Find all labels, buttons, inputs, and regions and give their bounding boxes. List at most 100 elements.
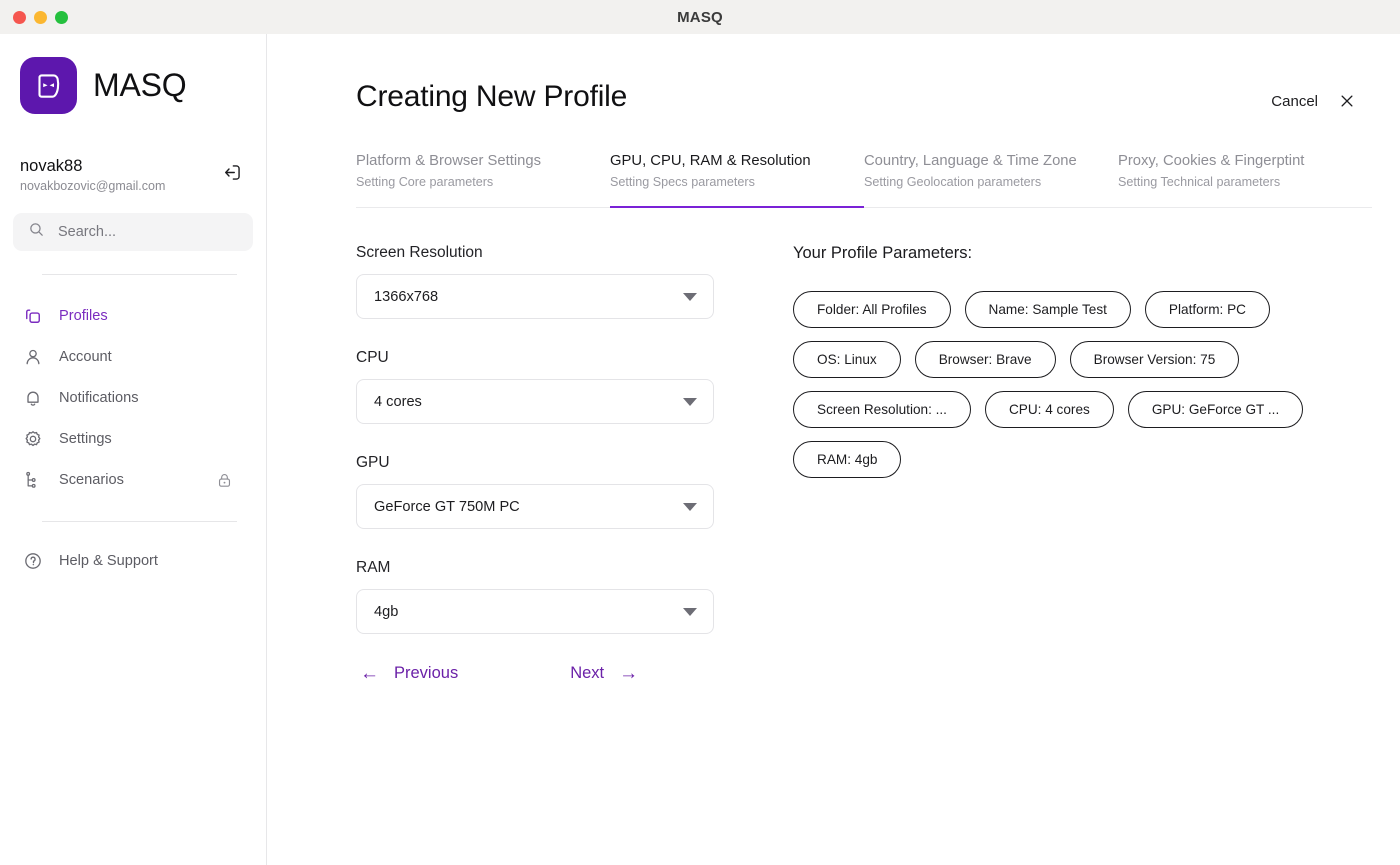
wizard-tabs: Platform & Browser Settings Setting Core… [356, 153, 1372, 208]
tab-title: GPU, CPU, RAM & Resolution [610, 153, 811, 169]
sidebar-item-scenarios[interactable]: Scenarios [13, 460, 253, 501]
logout-icon[interactable] [219, 159, 245, 185]
page-title: Creating New Profile [356, 80, 628, 113]
header-actions: Cancel [1271, 91, 1357, 111]
arrow-right-icon: → [619, 663, 639, 684]
param-chip-name[interactable]: Name: Sample Test [964, 291, 1131, 328]
next-button[interactable]: Next → [570, 664, 638, 683]
masq-app-window: MASQ MASQ novak88 novakbozovic@gmail.com [0, 0, 1400, 865]
tab-title: Proxy, Cookies & Fingerptint [1118, 153, 1305, 169]
sidebar-item-settings[interactable]: Settings [13, 419, 253, 460]
chevron-down-icon [683, 502, 697, 511]
sidebar-item-label: Account [59, 349, 112, 366]
brand-name: MASQ [93, 67, 187, 103]
user-icon [22, 347, 43, 368]
field-cpu: CPU 4 cores [356, 349, 714, 424]
wizard-nav-buttons: ← Previous Next → [356, 664, 714, 683]
profile-parameters-chips: Folder: All Profiles Name: Sample Test P… [793, 291, 1357, 478]
param-chip-os[interactable]: OS: Linux [793, 341, 901, 378]
sidebar-item-label: Help & Support [59, 553, 158, 570]
sidebar-item-label: Settings [59, 431, 112, 448]
brand: MASQ [13, 57, 253, 114]
field-ram: RAM 4gb [356, 559, 714, 634]
tab-platform-browser-settings[interactable]: Platform & Browser Settings Setting Core… [356, 153, 610, 208]
param-chip-gpu[interactable]: GPU: GeForce GT ... [1127, 391, 1304, 428]
sidebar-divider-top [42, 273, 237, 275]
search-box[interactable] [13, 212, 253, 251]
param-chip-browser[interactable]: Browser: Brave [914, 341, 1056, 378]
lock-icon [215, 471, 233, 489]
sidebar-nav: Profiles Account Notifications Settings … [13, 296, 253, 501]
close-icon[interactable] [1337, 91, 1357, 111]
select-value: 1366x768 [374, 288, 439, 305]
cancel-button[interactable]: Cancel [1271, 93, 1318, 110]
search-input[interactable] [58, 223, 238, 240]
field-label: Screen Resolution [356, 244, 483, 261]
cpu-select[interactable]: 4 cores [356, 379, 714, 424]
param-chip-ram[interactable]: RAM: 4gb [793, 441, 902, 478]
specs-form: Screen Resolution 1366x768 CPU 4 cores G… [356, 244, 714, 683]
select-value: GeForce GT 750M PC [374, 498, 520, 515]
sidebar-item-label: Scenarios [59, 472, 124, 489]
param-chip-folder[interactable]: Folder: All Profiles [793, 291, 951, 328]
field-label: RAM [356, 559, 391, 576]
tab-title: Country, Language & Time Zone [864, 153, 1077, 169]
ram-select[interactable]: 4gb [356, 589, 714, 634]
window-title: MASQ [677, 8, 723, 26]
sidebar-footer-nav: Help & Support [13, 541, 253, 582]
user-email: novakbozovic@gmail.com [20, 178, 166, 193]
param-chip-browser-version[interactable]: Browser Version: 75 [1069, 341, 1240, 378]
content-columns: Screen Resolution 1366x768 CPU 4 cores G… [356, 244, 1357, 683]
chevron-down-icon [683, 292, 697, 301]
window-controls [0, 10, 68, 24]
sidebar-item-label: Profiles [59, 308, 108, 325]
screen-resolution-select[interactable]: 1366x768 [356, 274, 714, 319]
gpu-select[interactable]: GeForce GT 750M PC [356, 484, 714, 529]
sidebar-item-notifications[interactable]: Notifications [13, 378, 253, 419]
profile-parameters-panel: Your Profile Parameters: Folder: All Pro… [714, 244, 1357, 683]
minimize-window-button[interactable] [34, 10, 47, 24]
sidebar-item-account[interactable]: Account [13, 337, 253, 378]
field-label: GPU [356, 454, 390, 471]
field-label: CPU [356, 349, 389, 366]
arrow-left-icon: ← [360, 663, 379, 684]
tab-proxy-cookies-fingerprint[interactable]: Proxy, Cookies & Fingerptint Setting Tec… [1118, 153, 1372, 208]
select-value: 4gb [374, 603, 399, 620]
sidebar: MASQ novak88 novakbozovic@gmail.com Sear… [0, 34, 267, 865]
search-icon [28, 221, 45, 243]
title-bar: MASQ [0, 0, 1400, 34]
sitemap-icon [22, 470, 43, 491]
tab-subtitle: Setting Specs parameters [610, 175, 755, 189]
tab-subtitle: Setting Geolocation parameters [864, 175, 1042, 189]
tab-country-language-time-zone[interactable]: Country, Language & Time Zone Setting Ge… [864, 153, 1118, 208]
next-button-label: Next [570, 664, 605, 682]
maximize-window-button[interactable] [55, 10, 68, 24]
gear-icon [22, 429, 43, 450]
field-gpu: GPU GeForce GT 750M PC [356, 454, 714, 529]
close-window-button[interactable] [13, 10, 26, 24]
param-chip-platform[interactable]: Platform: PC [1144, 291, 1270, 328]
main-content: Creating New Profile Cancel Platform & B… [267, 34, 1400, 865]
tab-title: Platform & Browser Settings [356, 153, 542, 169]
param-chip-screen-resolution[interactable]: Screen Resolution: ... [793, 391, 971, 428]
sidebar-item-label: Notifications [59, 390, 139, 407]
sidebar-divider-bottom [42, 520, 237, 522]
tab-gpu-cpu-ram-resolution[interactable]: GPU, CPU, RAM & Resolution Setting Specs… [610, 153, 864, 208]
chevron-down-icon [683, 607, 697, 616]
body-split: MASQ novak88 novakbozovic@gmail.com Sear… [0, 34, 1400, 865]
select-value: 4 cores [374, 393, 422, 410]
field-screen-resolution: Screen Resolution 1366x768 [356, 244, 714, 319]
previous-button-label: Previous [394, 664, 459, 682]
previous-button[interactable]: ← Previous [360, 664, 458, 683]
chevron-down-icon [683, 397, 697, 406]
sidebar-item-profiles[interactable]: Profiles [13, 296, 253, 337]
param-chip-cpu[interactable]: CPU: 4 cores [984, 391, 1114, 428]
user-block: novak88 novakbozovic@gmail.com [13, 156, 253, 193]
page-header: Creating New Profile Cancel [356, 34, 1357, 114]
profiles-copy-icon [22, 306, 43, 327]
bell-icon [22, 388, 43, 409]
question-circle-icon [22, 551, 43, 572]
tab-subtitle: Setting Technical parameters [1118, 175, 1281, 189]
user-name: novak88 [20, 157, 83, 175]
sidebar-item-help-and-support[interactable]: Help & Support [13, 541, 253, 582]
